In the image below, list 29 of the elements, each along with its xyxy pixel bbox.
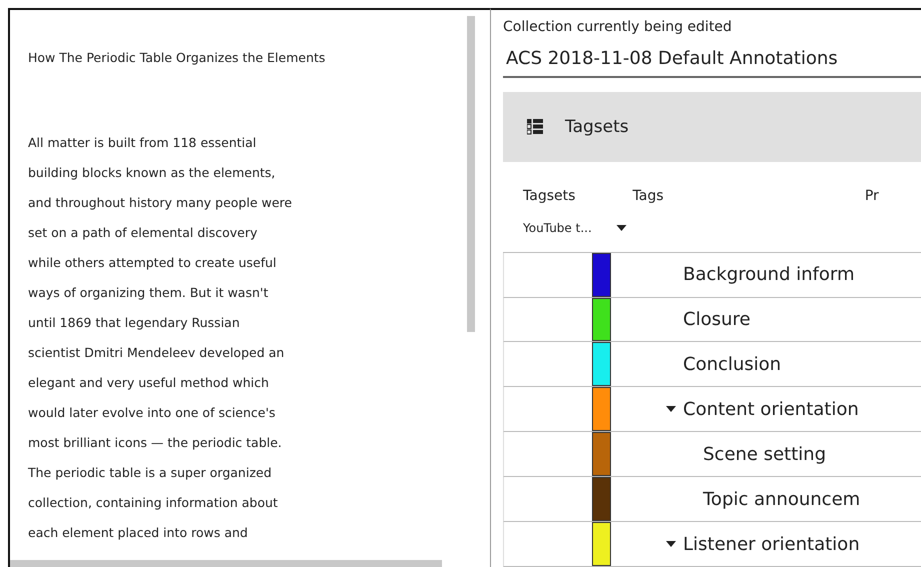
tag-name[interactable]: Scene setting — [703, 444, 826, 465]
column-header: Tags — [632, 188, 665, 204]
text-line: elegant and very useful method which — [28, 374, 270, 392]
document-title: How The Periodic Table Organizes the Elements — [28, 50, 326, 67]
field-label: Collection currently being edited — [503, 18, 733, 37]
tagset-dropdown[interactable]: YouTube t... — [523, 220, 627, 235]
text-line: All matter is built from 118 essential — [28, 134, 258, 152]
tag-name[interactable]: Content orientation — [683, 398, 859, 420]
text-line: and throughout history many people were — [28, 194, 293, 212]
collection-field[interactable]: ACS 2018-11-08 Default Annotations — [503, 44, 921, 78]
column-header: Tagsets — [523, 188, 576, 204]
text-line: most brilliant icons — the periodic table. — [28, 434, 283, 452]
text-line: The periodic table is a super organized — [28, 464, 272, 482]
panel-title: Tagsets — [565, 116, 629, 137]
column-header: Pr — [864, 188, 880, 204]
tag-name[interactable]: Background inform — [683, 264, 854, 286]
tag-name[interactable]: Closure — [683, 308, 750, 330]
text-line: each element placed into rows and — [28, 524, 249, 542]
text-line: scientist Dmitri Mendeleev developed an — [28, 344, 286, 362]
text-line: ways of organizing them. But it wasn't — [28, 284, 270, 302]
text-line: would later evolve into one of science's — [28, 404, 276, 422]
text-line: collection, containing information about — [28, 494, 279, 512]
tag-name[interactable]: Topic announcem — [703, 488, 860, 510]
text-line: until 1869 that legendary Russian — [28, 314, 241, 332]
text-line: while others attempted to create useful — [28, 254, 278, 272]
tag-name[interactable]: Listener orientation — [683, 534, 860, 555]
tag-name[interactable]: Conclusion — [683, 354, 782, 375]
text-line: building blocks known as the elements, — [28, 164, 276, 182]
text-line: set on a path of elemental discovery — [28, 224, 258, 242]
